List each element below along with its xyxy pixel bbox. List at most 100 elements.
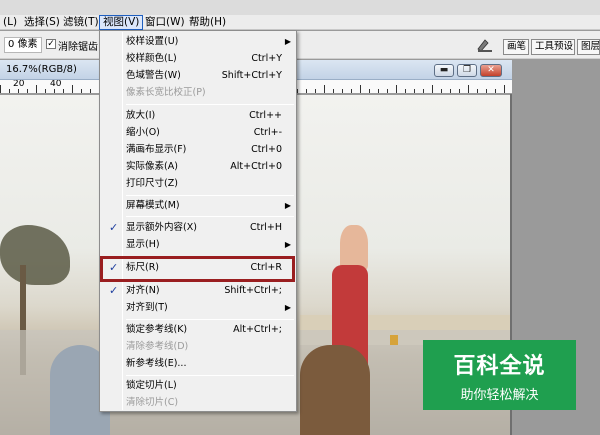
options-bar: 0 像素 ✓ 消除锯齿 画笔 工具预设 图层 — [0, 31, 600, 59]
ruler-tick — [306, 89, 307, 93]
menu-item-clear-slices: 清除切片(C) — [102, 395, 294, 412]
menu-item-show[interactable]: 显示(H) ▶ — [102, 237, 294, 254]
ruler-tick — [378, 89, 379, 93]
ruler-tick — [63, 89, 64, 93]
ruler-tick — [0, 85, 1, 93]
menu-item-shortcut: Shift+Ctrl+; — [224, 285, 282, 296]
menu-item-label: 色域警告(W) — [126, 70, 181, 81]
ruler-tick — [297, 89, 298, 93]
ruler-tick — [81, 89, 82, 93]
menu-item-label: 显示额外内容(X) — [126, 222, 197, 233]
menu-layer[interactable]: (L) — [0, 15, 20, 30]
menu-item-shortcut: Ctrl+Y — [251, 53, 282, 64]
checkmark-icon: ✓ — [109, 221, 119, 234]
menu-item-lock-guides[interactable]: 锁定参考线(K) Alt+Ctrl+; — [102, 322, 294, 339]
ruler-tick — [387, 89, 388, 93]
menu-item-snap-to[interactable]: 对齐到(T) ▶ — [102, 300, 294, 317]
menu-item-gamut-warning[interactable]: 色域警告(W) Shift+Ctrl+Y — [102, 68, 294, 85]
menu-separator — [126, 104, 294, 105]
menu-item-label: 校样设置(U) — [126, 36, 179, 47]
menu-item-shortcut: Ctrl++ — [249, 110, 282, 121]
ruler-tick — [27, 89, 28, 93]
menu-item-print-size[interactable]: 打印尺寸(Z) — [102, 176, 294, 193]
tab-brushes[interactable]: 画笔 — [503, 39, 529, 55]
ruler-tick — [369, 89, 370, 93]
close-button[interactable]: ✕ — [480, 64, 502, 77]
menu-item-label: 屏幕模式(M) — [126, 200, 180, 211]
tab-layers[interactable]: 图层 — [577, 39, 600, 55]
menu-item-label: 清除参考线(D) — [126, 341, 189, 352]
menu-separator — [126, 195, 294, 196]
watermark-subtitle: 助你轻松解决 — [460, 388, 539, 403]
menu-item-new-guide[interactable]: 新参考线(E)... — [102, 356, 294, 373]
ruler-tick — [324, 85, 325, 93]
menu-separator — [126, 375, 294, 376]
menu-item-label: 对齐(N) — [126, 285, 160, 296]
restore-button[interactable]: ❐ — [457, 64, 477, 77]
ruler-tick — [450, 89, 451, 93]
menu-item-extras[interactable]: ✓ 显示额外内容(X) Ctrl+H — [102, 220, 294, 237]
menu-item-pixel-aspect: 像素长宽比校正(P) — [102, 85, 294, 102]
menu-item-zoom-out[interactable]: 缩小(O) Ctrl+- — [102, 125, 294, 142]
watermark-badge: 百科全说 助你轻松解决 — [423, 340, 576, 410]
menu-item-clear-guides: 清除参考线(D) — [102, 339, 294, 356]
document-title: 16.7%(RGB/8) — [6, 64, 77, 75]
feather-field[interactable]: 0 像素 — [4, 37, 42, 53]
menu-item-lock-slices[interactable]: 锁定切片(L) — [102, 378, 294, 395]
menu-item-shortcut: Shift+Ctrl+Y — [221, 70, 282, 81]
ruler-tick — [90, 89, 91, 93]
menu-item-shortcut: Alt+Ctrl+0 — [230, 161, 282, 172]
menu-item-label: 锁定切片(L) — [126, 380, 177, 391]
submenu-arrow-icon: ▶ — [284, 240, 291, 249]
ruler-label-20: 20 — [13, 80, 25, 89]
antialias-label: 消除锯齿 — [58, 42, 98, 53]
menu-item-label: 满画布显示(F) — [126, 144, 187, 155]
rulers-highlight-box — [100, 256, 295, 282]
menu-item-screen-mode[interactable]: 屏幕模式(M) ▶ — [102, 198, 294, 215]
menu-filter[interactable]: 滤镜(T) — [60, 15, 102, 30]
menu-item-proof-setup[interactable]: 校样设置(U) ▶ — [102, 34, 294, 51]
ruler-tick — [351, 89, 352, 93]
road-sign — [390, 335, 398, 345]
menu-item-zoom-in[interactable]: 放大(I) Ctrl++ — [102, 108, 294, 125]
submenu-arrow-icon: ▶ — [284, 303, 291, 312]
menu-item-shortcut: Ctrl+- — [253, 127, 282, 138]
menu-item-fit-on-screen[interactable]: 满画布显示(F) Ctrl+0 — [102, 142, 294, 159]
menu-item-actual-pixels[interactable]: 实际像素(A) Alt+Ctrl+0 — [102, 159, 294, 176]
hair — [300, 345, 370, 435]
menu-item-snap[interactable]: ✓ 对齐(N) Shift+Ctrl+; — [102, 283, 294, 300]
submenu-arrow-icon: ▶ — [284, 37, 291, 46]
menu-view[interactable]: 视图(V) — [99, 15, 144, 30]
raised-hand — [340, 225, 368, 270]
ruler-tick — [405, 89, 406, 93]
menu-item-label: 缩小(O) — [126, 127, 160, 138]
palm-tree-left — [0, 225, 70, 285]
ruler-tick — [333, 89, 334, 93]
menu-select[interactable]: 选择(S) — [21, 15, 63, 30]
menu-item-label: 像素长宽比校正(P) — [126, 87, 206, 98]
ruler-tick — [504, 85, 505, 93]
minimize-button[interactable]: ▬ — [434, 64, 454, 77]
ruler-tick — [423, 89, 424, 93]
menu-bar: (L) 选择(S) 滤镜(T) 视图(V) 窗口(W) 帮助(H) — [0, 0, 600, 30]
menu-item-proof-colors[interactable]: 校样颜色(L) Ctrl+Y — [102, 51, 294, 68]
menu-item-label: 新参考线(E)... — [126, 358, 187, 369]
ruler-tick — [9, 89, 10, 93]
ruler-tick — [18, 89, 19, 93]
menu-item-label: 实际像素(A) — [126, 161, 178, 172]
menu-window[interactable]: 窗口(W) — [142, 15, 188, 30]
tool-preset-icon[interactable] — [476, 37, 494, 53]
antialias-checkbox[interactable]: ✓ — [46, 39, 56, 49]
watermark-title: 百科全说 — [453, 354, 546, 379]
ruler-tick — [486, 89, 487, 93]
ruler-tick — [396, 85, 397, 93]
menu-item-label: 清除切片(C) — [126, 397, 179, 408]
tab-tool-presets[interactable]: 工具预设 — [531, 39, 575, 55]
menu-separator — [126, 319, 294, 320]
ruler-tick — [468, 85, 469, 93]
menu-item-label: 打印尺寸(Z) — [126, 178, 178, 189]
menu-item-label: 放大(I) — [126, 110, 156, 121]
menu-help[interactable]: 帮助(H) — [186, 15, 229, 30]
ruler-tick — [360, 85, 361, 93]
ruler-tick — [441, 89, 442, 93]
